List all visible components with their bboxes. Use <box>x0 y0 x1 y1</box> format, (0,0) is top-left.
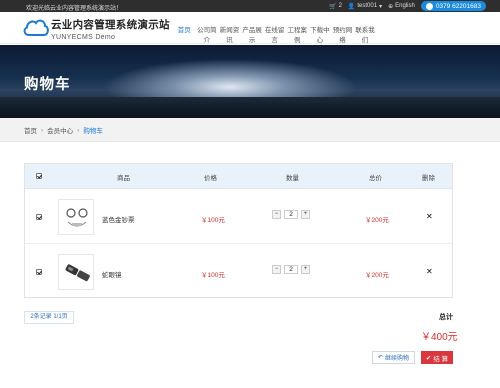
quantity-input[interactable]: 2 <box>284 265 298 274</box>
reply-arrow-icon: ↶ <box>377 355 383 361</box>
increase-button[interactable]: + <box>301 265 310 274</box>
breadcrumb: 首页 › 会员中心 › 购物车 <box>24 125 103 136</box>
language-switch[interactable]: ⊕ English <box>388 3 415 10</box>
cart-link[interactable]: 🛒 2 <box>329 3 342 10</box>
brand-subtitle: YUNYECMS Demo <box>51 34 116 41</box>
table-row: 蓝色金钞票 ￥100元 − 2 + ￥200元 ✕ <box>25 190 452 244</box>
select-all-checkbox[interactable] <box>36 173 42 179</box>
language-label: English <box>395 3 415 9</box>
continue-shopping-button[interactable]: ↶ 继续购物 <box>372 351 415 364</box>
brand[interactable]: 云业内容管理系统演示站 YUNYECMS Demo <box>51 17 170 41</box>
total-value: ￥400元 <box>421 332 458 343</box>
nav-item-contact[interactable]: 联系我们 <box>354 24 377 44</box>
checkout-button[interactable]: ✔ 结 算 <box>421 351 453 364</box>
top-bar: 欢迎光临云业内容管理系统演示站！ 🛒 2 👤 test001 ▾ ⊕ Engli… <box>0 0 500 12</box>
page-banner: 购物车 <box>0 45 500 118</box>
breadcrumb-home[interactable]: 首页 <box>24 125 37 135</box>
nav-item-downloads[interactable]: 下载中心 <box>309 24 332 44</box>
user-name: test001 <box>357 3 378 9</box>
product-price: ￥100元 <box>201 217 225 224</box>
table-row: 蛇眼镜 ￥100元 − 2 + ￥200元 ✕ <box>25 245 452 299</box>
globe-icon: ⊕ <box>388 3 394 10</box>
cart-table-header: 商品 价格 数量 总价 删除 <box>25 164 452 189</box>
cart-icon: 🛒 <box>329 3 337 10</box>
product-name[interactable]: 蛇眼镜 <box>102 269 122 279</box>
cart-table: 商品 价格 数量 总价 删除 蓝色金钞票 ￥100元 − 2 + ￥200元 ✕ <box>24 163 453 298</box>
welcome-text: 欢迎光临云业内容管理系统演示站！ <box>26 6 123 12</box>
brand-title: 云业内容管理系统演示站 <box>51 19 170 31</box>
product-thumbnail[interactable] <box>58 254 94 290</box>
product-name[interactable]: 蓝色金钞票 <box>102 214 135 224</box>
header-qty: 数量 <box>286 175 299 182</box>
banner-horizon <box>0 97 500 118</box>
chevron-down-icon: ▾ <box>379 3 383 10</box>
header-total: 总价 <box>369 175 382 182</box>
nav-item-message[interactable]: 在线留言 <box>263 24 286 44</box>
quantity-input[interactable]: 2 <box>284 210 298 219</box>
nav-item-home[interactable]: 首页 <box>173 24 196 44</box>
row-total: ￥200元 <box>365 272 389 279</box>
chevron-right-icon: › <box>77 126 80 134</box>
breadcrumb-current: 购物车 <box>83 128 103 135</box>
user-icon: 👤 <box>347 3 356 10</box>
nav-item-cases[interactable]: 工程案例 <box>286 24 309 44</box>
site-header: 云业内容管理系统演示站 YUNYECMS Demo 首页 公司简介 新闻资讯 产… <box>0 12 500 44</box>
nav-item-about[interactable]: 公司简介 <box>196 24 219 44</box>
quantity-stepper: − 2 + <box>272 265 310 274</box>
row-total: ￥200元 <box>365 217 389 224</box>
nav-item-products[interactable]: 产品展示 <box>241 24 264 44</box>
row-checkbox[interactable] <box>36 269 42 275</box>
check-icon: ✔ <box>425 354 432 362</box>
phone-badge: 0379 62201683 <box>420 1 486 11</box>
pagination[interactable]: 2条记录 1/1页 <box>24 311 74 324</box>
nav-item-news[interactable]: 新闻资讯 <box>218 24 241 44</box>
row-checkbox[interactable] <box>36 214 42 220</box>
delete-icon[interactable]: ✕ <box>426 212 433 221</box>
header-product: 商品 <box>117 175 130 182</box>
main-nav: 首页 公司简介 新闻资讯 产品展示 在线留言 工程案例 下载中心 预约网络 联系… <box>173 24 376 44</box>
checkout-label: 结 算 <box>433 355 449 363</box>
continue-shopping-label: 继续购物 <box>385 356 410 362</box>
nav-item-booking[interactable]: 预约网络 <box>331 24 354 44</box>
breadcrumb-bar: 首页 › 会员中心 › 购物车 <box>0 118 500 142</box>
header-delete: 删除 <box>422 175 435 182</box>
decrease-button[interactable]: − <box>272 265 281 274</box>
breadcrumb-member[interactable]: 会员中心 <box>47 125 73 135</box>
page-title: 购物车 <box>24 77 71 93</box>
delete-icon[interactable]: ✕ <box>426 267 433 276</box>
increase-button[interactable]: + <box>301 210 310 219</box>
cart-count: 2 <box>338 3 342 9</box>
product-price: ￥100元 <box>201 272 225 279</box>
cloud-logo-icon[interactable] <box>22 17 50 39</box>
phone-number: 0379 62201683 <box>435 2 481 10</box>
header-price: 价格 <box>204 175 217 182</box>
chevron-right-icon: › <box>41 126 44 134</box>
quantity-stepper: − 2 + <box>272 210 310 219</box>
user-menu[interactable]: 👤 test001 ▾ <box>348 3 382 10</box>
phone-icon <box>425 2 433 10</box>
decrease-button[interactable]: − <box>272 210 281 219</box>
total-label: 总计 <box>439 314 453 321</box>
product-thumbnail[interactable] <box>58 199 94 235</box>
